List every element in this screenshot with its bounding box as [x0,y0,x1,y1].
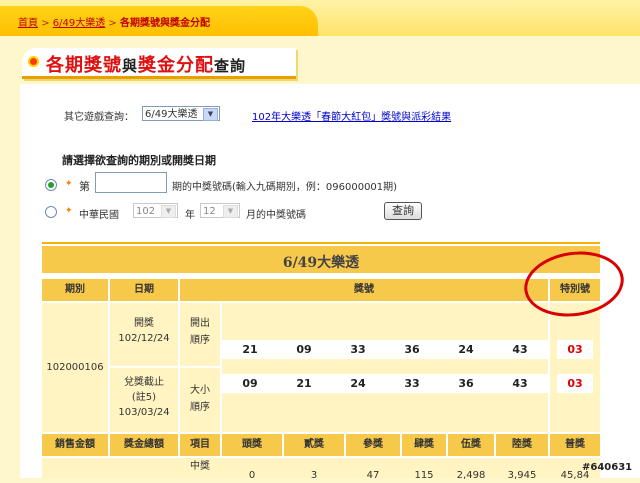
size-order-number: 43 [492,374,548,393]
header-period: 期別 [42,279,108,301]
deadline-label: 兌獎截止 [124,377,164,388]
lower-header: 伍獎 [448,434,494,456]
order2-label-a: 大小 [190,385,210,396]
other-game-select[interactable]: 6/49大樂透 ▼ [142,106,220,121]
special-number: 03 [557,374,593,393]
month-select-value: 12 [203,206,216,217]
table-top-rule [42,242,600,244]
draw-order-number: 24 [438,340,494,359]
draw-label: 開獎 [134,318,154,329]
image-id-watermark: #640631 [582,462,633,473]
breadcrumb-game-link[interactable]: 6/49大樂透 [53,18,105,29]
other-game-label: 其它遊戲查詢： [64,112,134,123]
period-input[interactable] [95,172,167,193]
special-number: 03 [557,340,593,359]
draw-date: 102/12/24 [118,333,170,344]
draw-order-number: 09 [276,340,332,359]
draw-order-number: 43 [492,340,548,359]
header-date: 日期 [110,279,178,301]
year-select[interactable]: 102 ▼ [133,203,178,218]
period-radio[interactable] [45,179,57,191]
page-title-part3: 獎金分配 [138,55,215,76]
page-title: 各期獎號與獎金分配查詢 [46,51,246,77]
deadline-date: 103/03/24 [118,407,170,418]
prize-count: 3,945 [507,470,537,481]
breadcrumb-home-link[interactable]: 首頁 [18,18,38,29]
numbers-cell [222,303,548,432]
lower-header: 銷售金額 [42,434,108,456]
size-order-number: 24 [330,374,386,393]
page-title-box: 各期獎號與獎金分配查詢 [22,48,296,79]
year-select-value: 102 [136,206,156,217]
period-suffix: 期的中獎號碼(輸入九碼期別，例：096000001期) [172,182,398,193]
bullet-icon [30,58,37,65]
order1-label-a: 開出 [190,318,210,329]
order2-label-b: 順序 [190,402,210,413]
breadcrumb-current: 各期獎號與獎金分配 [120,18,210,29]
size-order-number: 09 [222,374,278,393]
page-title-part4: 查詢 [214,57,247,75]
star-icon: ✦ [65,179,73,189]
page-title-part2: 與 [122,57,139,75]
prize-count: 2,498 [456,470,486,481]
month-suffix: 月的中獎號碼 [246,210,306,221]
lower-header: 參獎 [346,434,400,456]
prize-count: 0 [248,470,256,481]
lower-header: 獎金總額 [110,434,178,456]
breadcrumb: 首頁 > 6/49大樂透 > 各期獎號與獎金分配 [18,14,210,29]
other-game-select-value: 6/49大樂透 [145,109,198,120]
chevron-down-icon: ▼ [161,205,176,218]
month-select[interactable]: 12 ▼ [200,203,240,218]
header-numbers: 獎號 [180,279,548,301]
query-heading: 請選擇欲查詢的期別或開獎日期 [62,154,216,167]
draw-order-number: 21 [222,340,278,359]
lower-header: 頭獎 [222,434,282,456]
draw-order-number: 33 [330,340,386,359]
size-order-number: 21 [276,374,332,393]
prize-count: 3 [310,470,318,481]
table-title: 6/49大樂透 [282,255,360,271]
lower-header: 陸獎 [496,434,548,456]
period-value: 102000106 [46,362,104,373]
year-unit: 年 [185,210,195,221]
size-order-number: 36 [438,374,494,393]
deadline-note: (註5) [131,392,157,403]
period-prefix: 第 [79,180,90,193]
special-cell [550,303,600,432]
star-icon: ✦ [65,206,73,216]
special-draw-link[interactable]: 102年大樂透「春節大紅包」獎號與派彩結果 [252,108,451,123]
order1-label-b: 順序 [190,335,210,346]
query-button[interactable]: 查詢 [384,202,422,220]
breadcrumb-separator: > [41,18,50,29]
lower-header: 肆獎 [402,434,446,456]
size-order-number: 33 [384,374,440,393]
chevron-down-icon: ▼ [223,205,238,218]
date-radio[interactable] [45,206,57,218]
lower-header: 項目 [180,434,220,456]
lower-header: 普獎 [550,434,600,456]
chevron-down-icon: ▼ [203,108,218,121]
roc-label: 中華民國 [79,210,119,221]
page-title-part1: 各期獎號 [46,55,122,76]
draw-order-number: 36 [384,340,440,359]
prize-count: 115 [414,470,434,481]
prize-row-label: 中獎 [190,461,210,472]
breadcrumb-separator: > [108,18,117,29]
lower-header: 貳獎 [284,434,344,456]
prize-count: 47 [366,470,380,481]
